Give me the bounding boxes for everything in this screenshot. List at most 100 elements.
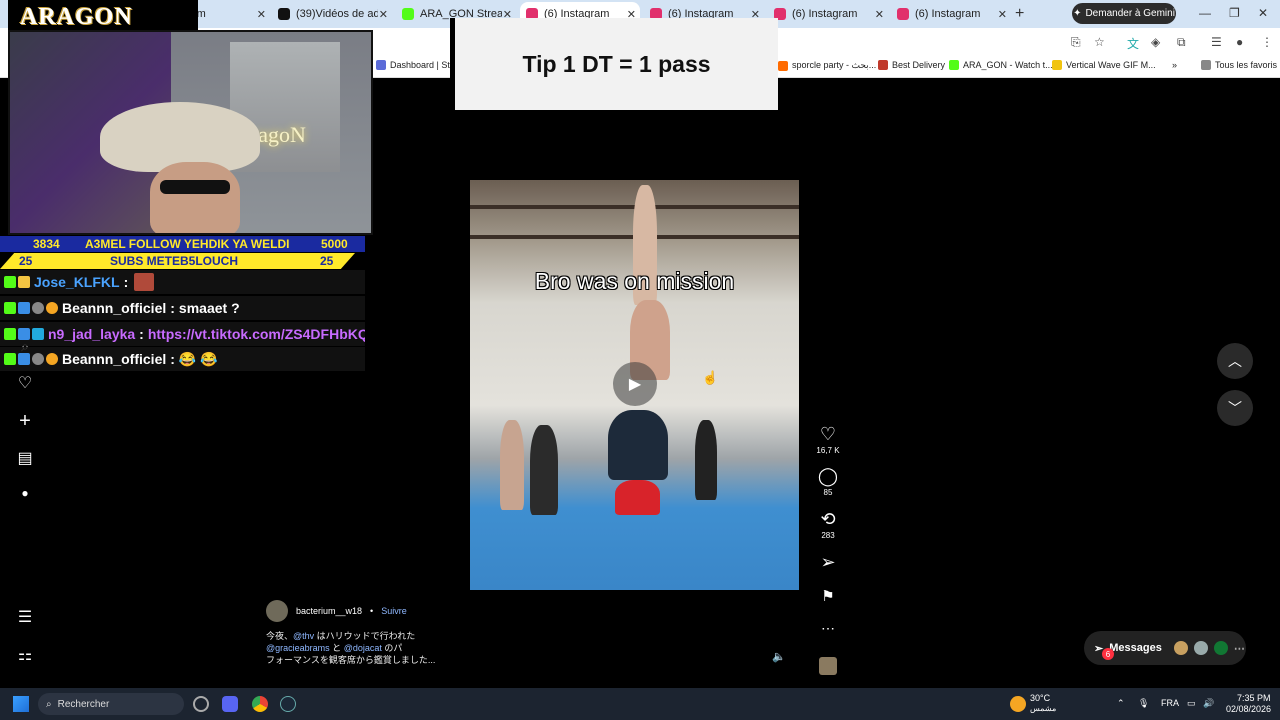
audio-thumbnail[interactable] [819, 657, 837, 675]
close-icon[interactable]: ✕ [379, 8, 388, 21]
desc-text: 今夜、 [266, 631, 294, 641]
follow-goal-bar: 3834 A3MEL FOLLOW YEHDIK YA WELDI 5000 [0, 236, 365, 252]
windows-start-icon[interactable] [13, 696, 29, 712]
bookmark[interactable]: sporcle party - بحث... [778, 60, 876, 71]
close-icon[interactable]: ✕ [998, 8, 1007, 21]
messages-label: Messages [1109, 642, 1162, 654]
bookmark[interactable]: ARA_GON - Watch t... [949, 60, 1053, 70]
clock-date[interactable]: 02/08/2026 [1226, 704, 1271, 714]
goal-target: 5000 [321, 237, 348, 251]
bookmark-all[interactable]: Tous les favoris [1201, 60, 1277, 70]
microphone-icon[interactable]: 🎙 [1138, 698, 1149, 709]
close-window-icon[interactable]: ✕ [1258, 6, 1268, 20]
save-button[interactable]: ⚑ [812, 587, 844, 605]
share-button[interactable]: ➢ [812, 552, 844, 573]
reel-author[interactable]: bacterium__w18 • Suivre [266, 600, 407, 622]
volume-icon[interactable]: 🔊 [1203, 698, 1214, 709]
bystander [695, 420, 717, 500]
bookmark[interactable]: Best Delivery [878, 60, 945, 70]
lifter-shorts [615, 480, 660, 515]
bookmark-icon: ⚑ [821, 588, 835, 605]
menu-icon[interactable]: ☰ [16, 607, 34, 627]
network-icon[interactable]: ▭ [1187, 698, 1196, 709]
instagram-icon [897, 8, 909, 20]
steam-icon[interactable] [280, 696, 296, 712]
chat-link[interactable]: https://vt.tiktok.com/ZS4DFHbKQ/ [148, 326, 365, 342]
star-icon[interactable]: ☆ [1094, 35, 1105, 49]
gift-badge-icon [18, 328, 30, 340]
chat-username: Jose_KLFKL [34, 274, 120, 290]
maximize-icon[interactable]: ❐ [1229, 6, 1240, 20]
play-icon: ▶ [628, 376, 642, 393]
close-icon[interactable]: ✕ [875, 8, 884, 21]
sub-badge-icon [32, 353, 44, 365]
task-view-icon[interactable] [193, 696, 209, 712]
goal-current: 3834 [33, 237, 60, 251]
translate-icon[interactable]: 文 [1127, 35, 1139, 52]
like-button[interactable]: ♡ 16,7 K [812, 424, 844, 455]
tab[interactable]: (39)Vidéos de adib je ✕ [272, 2, 392, 26]
reading-list-icon[interactable]: ☰ [1211, 35, 1222, 49]
heart-icon[interactable]: ♡ [16, 373, 34, 393]
follow-button[interactable]: Suivre [381, 606, 407, 616]
next-reel-button[interactable]: ﹀ [1217, 390, 1253, 426]
clock-time[interactable]: 7:35 PM [1237, 693, 1271, 703]
weather-temp: 30°C [1030, 693, 1051, 703]
level-badge-icon [46, 302, 58, 314]
mention-link[interactable]: @thv [293, 631, 314, 641]
screen: stagram ✕ (39)Vidéos de adib je ✕ ARA_GO… [0, 0, 1280, 720]
new-tab-icon[interactable]: + [1015, 5, 1024, 23]
chevron-down-icon: ﹀ [1228, 400, 1242, 416]
kick-badge-icon [4, 328, 16, 340]
taskbar-search[interactable]: ⌕ Rechercher [38, 693, 184, 715]
apps-icon[interactable]: ⚏ [16, 645, 34, 665]
puzzle-icon[interactable]: ⧉ [1177, 35, 1186, 50]
mention-link[interactable]: @dojacat [344, 643, 382, 653]
extension-icon[interactable]: ◈ [1151, 35, 1160, 49]
bookmark-label: Best Delivery [892, 60, 946, 70]
sound-icon[interactable]: 🔈 [772, 650, 786, 663]
chrome-icon[interactable] [252, 696, 268, 712]
profile-avatar[interactable]: ● [16, 486, 34, 500]
more-button[interactable]: ⋯ [812, 620, 844, 637]
kick-badge-icon [4, 353, 16, 365]
goal-text: A3MEL FOLLOW YEHDIK YA WELDI [85, 237, 290, 251]
minimize-icon[interactable]: — [1199, 6, 1211, 20]
chevron-up-icon: ︿ [1228, 353, 1242, 369]
create-icon[interactable]: + [16, 410, 34, 433]
previous-reel-button[interactable]: ︿ [1217, 343, 1253, 379]
sparkle-icon: ✦ [1073, 8, 1082, 19]
chat-separator: : [139, 326, 144, 342]
profile-icon[interactable]: ● [1236, 35, 1243, 49]
kick-icon [949, 60, 959, 70]
author-name[interactable]: bacterium__w18 [296, 606, 362, 616]
menu-icon[interactable]: ⋮ [1261, 35, 1273, 49]
chat-message: Beannn_officiel : 😂 😂 [0, 347, 365, 371]
discord-icon[interactable] [222, 696, 238, 712]
language-indicator[interactable]: FRA [1161, 698, 1179, 708]
chat-separator: : [170, 351, 175, 367]
repost-button[interactable]: ⟲ 283 [812, 509, 844, 540]
desc-text: はハリウッドで行われた [314, 631, 416, 641]
bookmark[interactable]: Vertical Wave GIF M... [1052, 60, 1156, 70]
avatar [1193, 641, 1208, 655]
comment-button[interactable]: ◯ 85 [812, 466, 844, 497]
avatar[interactable] [266, 600, 288, 622]
bookmark[interactable]: Dashboard | St [376, 60, 450, 70]
install-icon[interactable]: ⎘ [1071, 35, 1081, 50]
bookmark-label: ARA_GON - Watch t... [963, 60, 1053, 70]
dashboard-icon[interactable]: ▤ [16, 448, 34, 468]
more-bookmarks-icon[interactable]: » [1172, 60, 1177, 70]
chat-text: 😂 😂 [178, 350, 218, 367]
close-icon[interactable]: ✕ [257, 8, 266, 21]
gemini-button[interactable]: ✦ Demander à Gemini [1072, 3, 1176, 24]
tab[interactable]: (6) Instagram ✕ [768, 2, 888, 26]
wave-icon [1052, 60, 1062, 70]
mention-link[interactable]: @gracieabrams [266, 643, 330, 653]
kick-icon [402, 8, 414, 20]
gift-badge-icon [18, 353, 30, 365]
sub-badge-icon [32, 328, 44, 340]
play-button[interactable]: ▶ [613, 362, 657, 406]
chevron-up-icon[interactable]: ⌃ [1117, 698, 1125, 709]
tab[interactable]: (6) Instagram ✕ [891, 2, 1011, 26]
